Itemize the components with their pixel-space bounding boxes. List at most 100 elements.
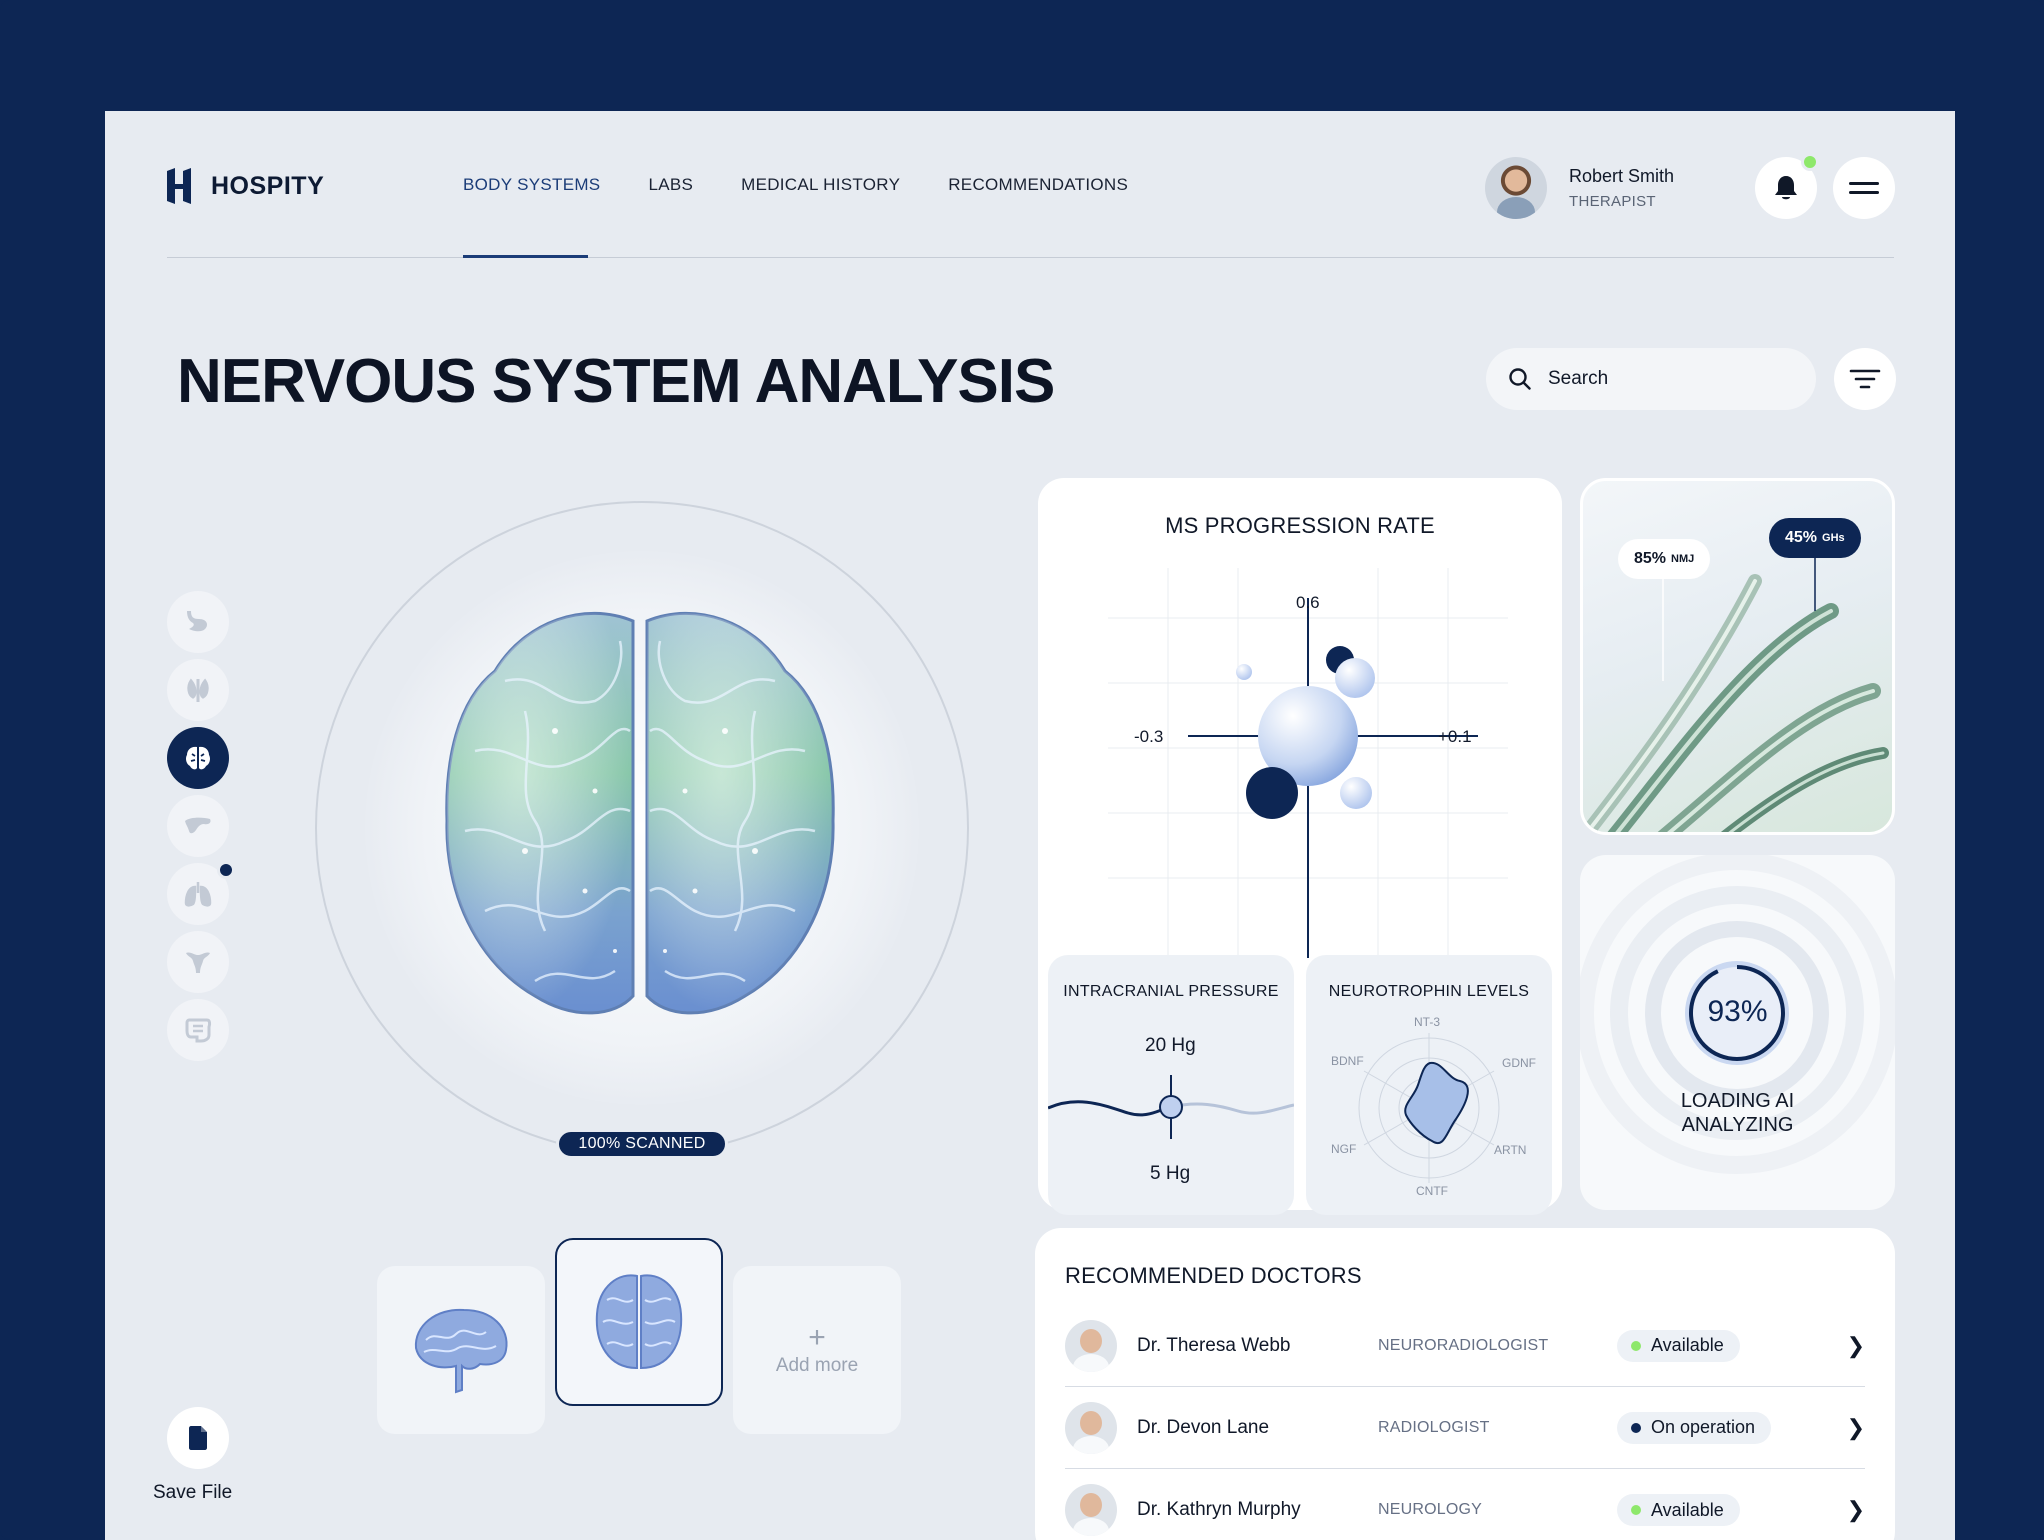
nerve-fiber-image-card: 85% NMJ 45% GHs — [1580, 478, 1895, 835]
neurotrophin-title: NEUROTROPHIN LEVELS — [1328, 983, 1530, 1000]
user-role: THERAPIST — [1569, 193, 1656, 210]
axis-right-label: +0.1 — [1438, 727, 1472, 746]
ghs-unit: GHs — [1822, 532, 1845, 544]
neurotrophin-levels-card: NEUROTROPHIN LEVELS NT-3 GDNF ARTN CNTF … — [1306, 955, 1552, 1215]
add-more-scans-button[interactable]: + Add more — [733, 1266, 901, 1434]
pancreas-icon — [185, 817, 211, 834]
nmj-unit: NMJ — [1671, 553, 1695, 565]
search-box — [1486, 348, 1816, 410]
app-panel: HOSPITY BODY SYSTEMS LABS MEDICAL HISTOR… — [105, 111, 1955, 1540]
lungs-alert-badge — [217, 861, 235, 879]
search-input[interactable] — [1548, 368, 1768, 390]
scan-thumbnail-side[interactable] — [377, 1266, 545, 1434]
user-profile[interactable]: Robert Smith THERAPIST — [1485, 157, 1674, 219]
doctor-name: Dr. Theresa Webb — [1137, 1334, 1291, 1356]
save-file-button[interactable] — [167, 1407, 229, 1469]
status-dot — [1631, 1340, 1641, 1351]
status-dot — [1631, 1422, 1641, 1433]
ms-progression-card: MS PROGRESSION RATE 0.6 -0.3 +0.1 INTRAC… — [1038, 478, 1562, 1215]
rail-brain-button[interactable] — [167, 727, 229, 789]
chevron-right-icon[interactable]: ❯ — [1847, 1415, 1865, 1441]
pressure-high-label: 20 Hg — [1145, 1035, 1196, 1056]
doctor-status-badge: Available — [1617, 1494, 1740, 1526]
ai-status-line1: LOADING AI — [1680, 1090, 1795, 1112]
scan-status-badge: 100% SCANNED — [556, 1129, 728, 1159]
thyroid-icon — [187, 678, 209, 702]
pressure-low-label: 5 Hg — [1150, 1163, 1191, 1184]
rail-thyroid-button[interactable] — [167, 659, 229, 721]
doctors-title: RECOMMENDED DOCTORS — [1065, 1263, 1362, 1288]
stomach-icon — [187, 611, 207, 632]
menu-button[interactable] — [1833, 157, 1895, 219]
doctor-avatar — [1065, 1484, 1117, 1536]
add-more-label: Add more — [775, 1355, 859, 1376]
doctor-avatar — [1065, 1319, 1117, 1372]
ai-progress-rings — [1580, 855, 1895, 1174]
bell-icon — [1775, 176, 1797, 200]
nav-labs[interactable]: LABS — [648, 175, 693, 195]
radar-label-nt3: NT-3 — [1414, 1015, 1441, 1029]
logo[interactable]: HOSPITY — [165, 167, 324, 205]
doctor-status: On operation — [1651, 1417, 1756, 1437]
app-name: HOSPITY — [211, 171, 325, 200]
doctor-status-badge: On operation — [1617, 1411, 1772, 1444]
body-system-rail — [167, 591, 235, 1061]
radar-label-ngf: NGF — [1331, 1142, 1357, 1156]
intestine-icon — [185, 1018, 212, 1043]
doctor-specialty: RADIOLOGIST — [1378, 1418, 1490, 1436]
chevron-right-icon[interactable]: ❯ — [1847, 1333, 1865, 1359]
ms-progression-title: MS PROGRESSION RATE — [1165, 513, 1435, 538]
chevron-right-icon[interactable]: ❯ — [1847, 1497, 1865, 1523]
radar-label-cntf: CNTF — [1416, 1184, 1448, 1198]
doctor-row[interactable]: Dr. Theresa Webb NEURORADIOLOGIST Availa… — [1065, 1305, 1865, 1387]
ai-status-line2: ANALYZING — [1681, 1114, 1794, 1136]
ai-analysis-card: 93% LOADING AI ANALYZING — [1580, 855, 1895, 1210]
nmj-marker-tag: 85% NMJ — [1618, 539, 1711, 579]
rail-pancreas-button[interactable] — [167, 795, 229, 857]
save-file-label: Save File — [153, 1482, 233, 1503]
rail-stomach-button[interactable] — [167, 591, 229, 653]
axis-top-label: 0.6 — [1296, 593, 1320, 612]
rail-intestine-button[interactable] — [167, 999, 229, 1061]
neurotrophin-radar-chart — [1358, 1033, 1500, 1183]
main-nav: BODY SYSTEMS LABS MEDICAL HISTORY RECOMM… — [463, 175, 1128, 195]
doctor-name: Dr. Devon Lane — [1137, 1416, 1270, 1438]
radar-label-artn: ARTN — [1494, 1143, 1527, 1157]
scan-thumbnail-top[interactable] — [555, 1238, 723, 1406]
doctor-avatar — [1065, 1401, 1117, 1454]
doctor-row[interactable]: Dr. Kathryn Murphy NEUROLOGY Available ❯ — [1065, 1469, 1865, 1540]
intracranial-pressure-title: INTRACRANIAL PRESSURE — [1063, 983, 1279, 1000]
page-title: NERVOUS SYSTEM ANALYSIS — [177, 347, 1055, 416]
rail-lungs-button[interactable] — [167, 861, 235, 925]
nmj-value: 85% — [1634, 550, 1667, 567]
axis-left-label: -0.3 — [1134, 727, 1164, 746]
status-dot — [1631, 1505, 1641, 1515]
rail-uterus-button[interactable] — [167, 931, 229, 993]
recommended-doctors-card: RECOMMENDED DOCTORS Dr. Theresa Webb NEU… — [1035, 1228, 1895, 1540]
file-icon — [189, 1426, 207, 1450]
ghs-marker-tag: 45% GHs — [1769, 518, 1861, 558]
doctor-name: Dr. Kathryn Murphy — [1137, 1499, 1301, 1520]
lungs-icon — [184, 882, 212, 907]
ai-status-text: LOADING AI ANALYZING — [1580, 1089, 1895, 1137]
nav-body-systems[interactable]: BODY SYSTEMS — [463, 175, 600, 195]
brain-side-view-icon — [414, 1308, 508, 1394]
intracranial-pressure-card: INTRACRANIAL PRESSURE 20 Hg 5 Hg — [1048, 955, 1294, 1215]
logo-mark-icon — [167, 168, 191, 204]
nav-medical-history[interactable]: MEDICAL HISTORY — [741, 175, 900, 195]
nav-active-indicator — [463, 255, 588, 258]
ghs-value: 45% — [1785, 529, 1818, 546]
doctor-status: Available — [1651, 1335, 1724, 1355]
brain-icon — [186, 746, 210, 770]
uterus-icon — [186, 952, 210, 973]
header-divider — [167, 257, 1894, 258]
user-avatar — [1485, 157, 1547, 219]
nav-recommendations[interactable]: RECOMMENDATIONS — [948, 175, 1128, 195]
doctor-specialty: NEUROLOGY — [1378, 1501, 1483, 1518]
filter-button[interactable] — [1834, 348, 1896, 410]
radar-label-bdnf: BDNF — [1331, 1054, 1364, 1068]
doctor-row[interactable]: Dr. Devon Lane RADIOLOGIST On operation … — [1065, 1387, 1865, 1469]
notifications-button[interactable] — [1755, 153, 1819, 219]
hamburger-icon — [1849, 176, 1879, 200]
user-name: Robert Smith — [1569, 166, 1675, 186]
